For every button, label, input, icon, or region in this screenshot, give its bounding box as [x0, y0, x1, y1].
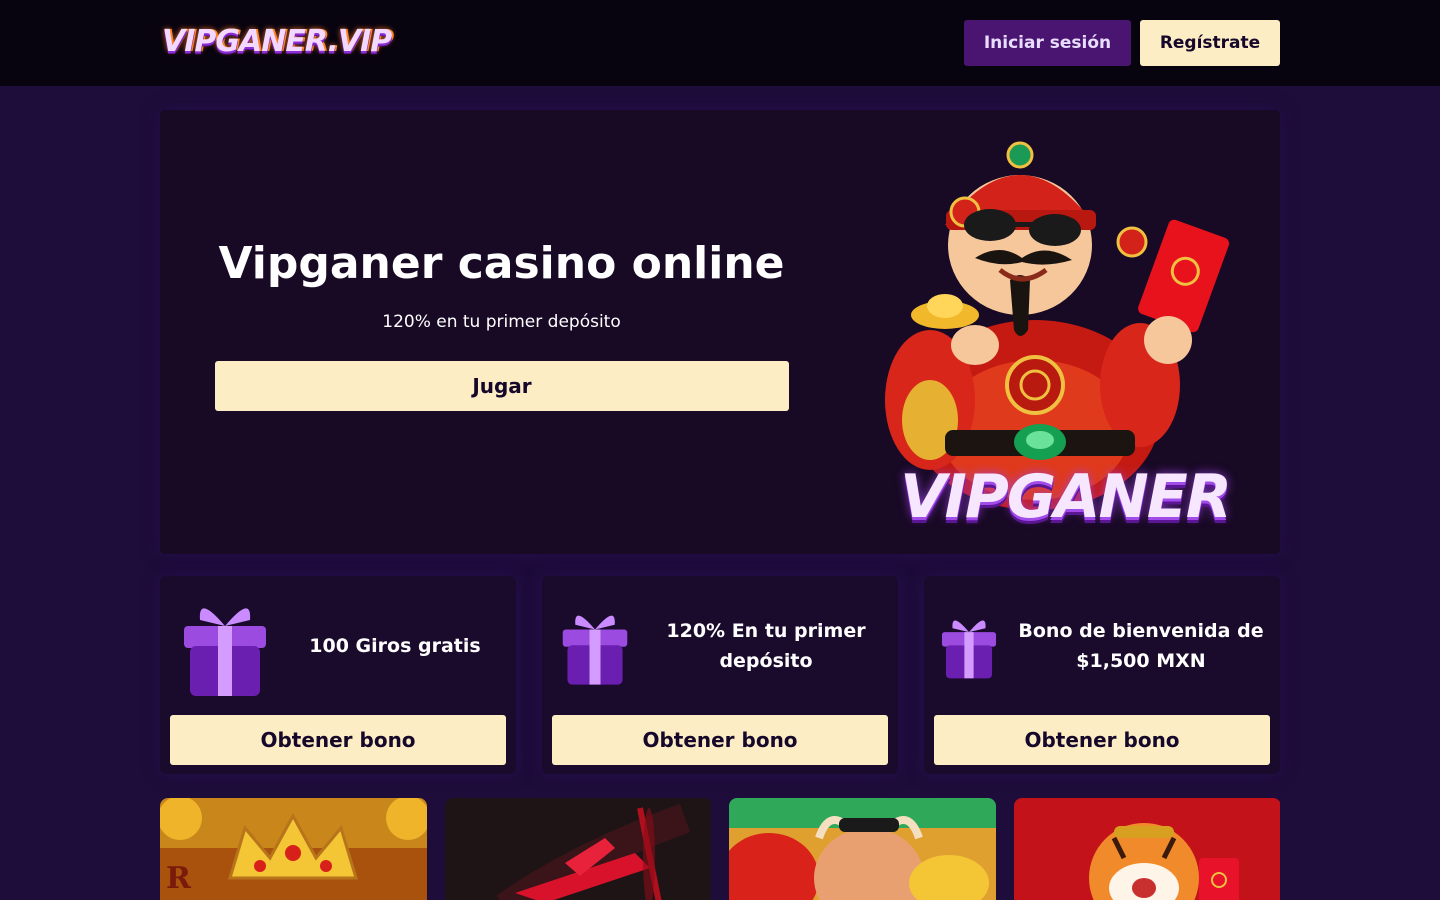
- ox-fortune-game-thumbnail: [729, 798, 996, 900]
- game-tile-golden-crown[interactable]: R: [160, 798, 427, 900]
- bonus-title: Bono de bienvenida de $1,500 MXN: [1018, 620, 1264, 672]
- tiger-fortune-game-thumbnail: [1014, 798, 1280, 900]
- gift-icon: [562, 615, 628, 685]
- get-bonus-button[interactable]: Obtener bono: [170, 715, 506, 765]
- hero-title: Vipganer casino online: [218, 238, 785, 289]
- svg-text:R: R: [166, 861, 192, 896]
- bonus-title: 120% En tu primer depósito: [666, 620, 866, 672]
- site-logo[interactable]: VIPGANER.VIP: [162, 22, 392, 62]
- play-button[interactable]: Jugar: [215, 361, 789, 411]
- game-tile-tiger-fortune[interactable]: [1014, 798, 1281, 900]
- game-tile-ox-fortune[interactable]: [729, 798, 996, 900]
- game-tile-red-plane[interactable]: [445, 798, 712, 900]
- hero-banner: Vipganer casino online 120% en tu primer…: [160, 110, 1280, 554]
- hero-brand-logo: VIPGANER: [900, 462, 1232, 532]
- bonus-title: 100 Giros gratis: [309, 635, 481, 657]
- golden-crown-game-thumbnail: R: [160, 798, 427, 900]
- get-bonus-button[interactable]: Obtener bono: [934, 715, 1270, 765]
- bonus-card-first-deposit: 120% En tu primer depósito Obtener bono: [542, 576, 898, 774]
- red-plane-game-thumbnail: [445, 798, 711, 900]
- bonus-card-welcome: Bono de bienvenida de $1,500 MXN Obtener…: [924, 576, 1280, 774]
- get-bonus-button[interactable]: Obtener bono: [552, 715, 888, 765]
- register-button[interactable]: Regístrate: [1140, 20, 1280, 66]
- bonus-card-free-spins: 100 Giros gratis Obtener bono: [160, 576, 516, 774]
- hero-subtitle: 120% en tu primer depósito: [382, 312, 621, 332]
- gift-icon: [184, 608, 266, 696]
- gift-icon: [941, 620, 997, 679]
- login-button[interactable]: Iniciar sesión: [964, 20, 1131, 66]
- top-navigation-bar: VIPGANER.VIP Iniciar sesión Regístrate: [0, 0, 1440, 86]
